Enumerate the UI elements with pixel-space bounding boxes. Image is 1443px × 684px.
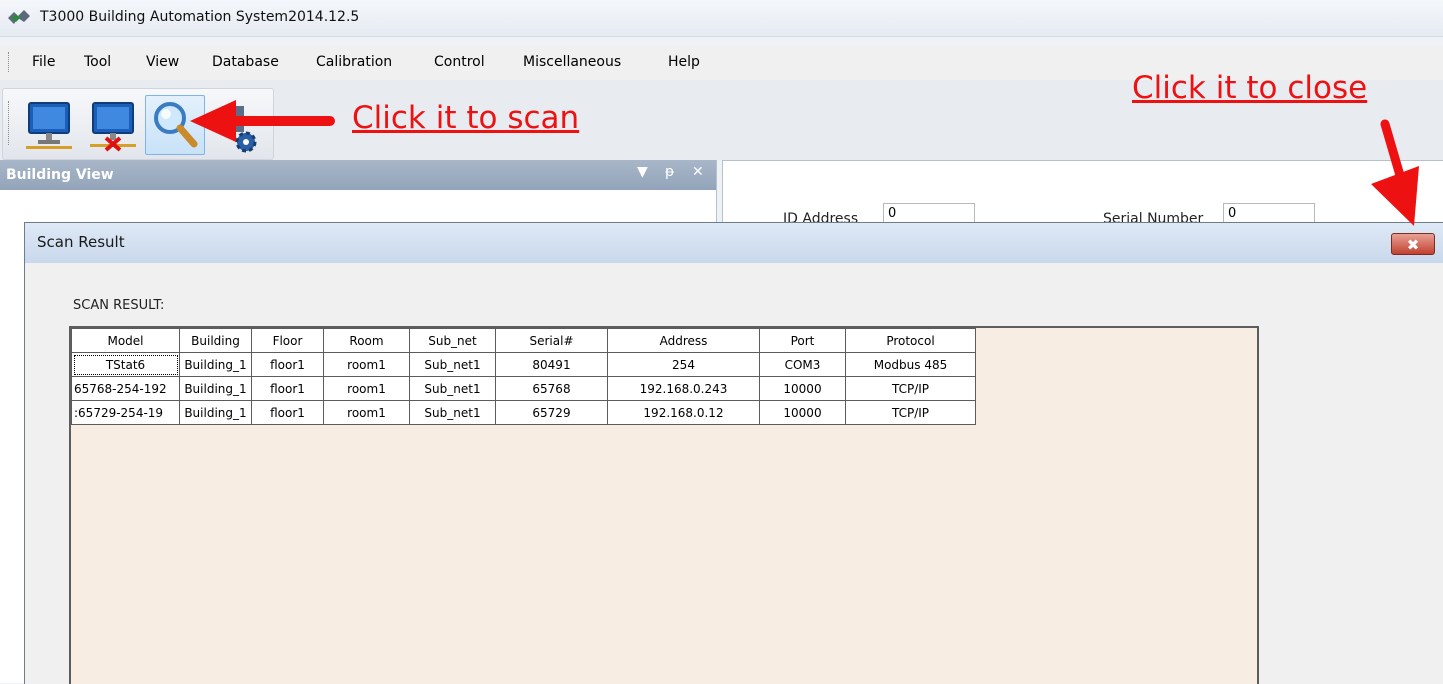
menubar-grip	[8, 52, 11, 72]
col-header-room[interactable]: Room	[323, 328, 410, 353]
col-header-serial[interactable]: Serial#	[495, 328, 608, 353]
table-header-row: Model Building Floor Room Sub_net Serial…	[71, 328, 976, 353]
main-toolbar	[2, 88, 274, 160]
table-cell[interactable]: 65768	[495, 376, 608, 401]
table-cell[interactable]: COM3	[759, 352, 846, 377]
table-cell[interactable]: 80491	[495, 352, 608, 377]
disconnect-button[interactable]	[83, 95, 143, 155]
menu-file[interactable]: File	[30, 54, 57, 70]
table-cell[interactable]: Building_1	[179, 400, 252, 425]
table-cell[interactable]: room1	[323, 352, 410, 377]
scan-result-grid: Model Building Floor Room Sub_net Serial…	[69, 326, 1259, 684]
pane-menu-icon[interactable]: ▼	[637, 164, 648, 180]
scan-icon	[154, 102, 198, 148]
menu-control[interactable]: Control	[432, 54, 487, 70]
dialog-title: Scan Result	[37, 233, 125, 251]
menu-database[interactable]: Database	[210, 54, 281, 70]
settings-icon	[222, 106, 257, 153]
col-header-floor[interactable]: Floor	[251, 328, 324, 353]
col-header-port[interactable]: Port	[759, 328, 846, 353]
connect-button[interactable]	[19, 95, 79, 155]
table-cell[interactable]: Modbus 485	[845, 352, 976, 377]
menu-miscellaneous[interactable]: Miscellaneous	[521, 54, 623, 70]
table-cell[interactable]: 10000	[759, 400, 846, 425]
table-cell[interactable]: floor1	[251, 376, 324, 401]
table-cell[interactable]: 10000	[759, 376, 846, 401]
col-header-building[interactable]: Building	[179, 328, 252, 353]
app-titlebar: T3000 Building Automation System2014.12.…	[0, 0, 1443, 37]
table-cell[interactable]: Building_1	[179, 352, 252, 377]
dialog-titlebar: Scan Result ✖	[25, 223, 1443, 263]
table-cell[interactable]: Building_1	[179, 376, 252, 401]
col-header-subnet[interactable]: Sub_net	[409, 328, 496, 353]
app-logo-icon	[8, 10, 30, 24]
table-cell[interactable]: 192.168.0.12	[607, 400, 760, 425]
table-cell[interactable]: :65729-254-19	[71, 400, 180, 425]
app-title: T3000 Building Automation System2014.12.…	[40, 9, 360, 25]
pane-close-icon[interactable]: ✕	[692, 164, 704, 180]
connect-icon	[26, 102, 72, 149]
settings-button[interactable]	[207, 95, 267, 155]
table-cell[interactable]: Sub_net1	[409, 376, 496, 401]
table-cell[interactable]: room1	[323, 376, 410, 401]
building-view-title: Building View	[6, 167, 114, 183]
menu-help[interactable]: Help	[666, 54, 702, 70]
table-cell[interactable]: floor1	[251, 352, 324, 377]
scan-result-table: Model Building Floor Room Sub_net Serial…	[71, 328, 976, 425]
menu-view[interactable]: View	[144, 54, 181, 70]
table-cell[interactable]: TCP/IP	[845, 376, 976, 401]
table-cell[interactable]: 192.168.0.243	[607, 376, 760, 401]
scan-button[interactable]	[145, 95, 205, 155]
table-row[interactable]: 65768-254-192 Building_1 floor1 room1 Su…	[71, 376, 976, 401]
scan-result-dialog: Scan Result ✖ SCAN RESULT: Model Buildin…	[24, 222, 1443, 684]
col-header-protocol[interactable]: Protocol	[845, 328, 976, 353]
table-cell[interactable]: 254	[607, 352, 760, 377]
table-row[interactable]: :65729-254-19 Building_1 floor1 room1 Su…	[71, 400, 976, 425]
close-annotation: Click it to close	[1132, 70, 1368, 106]
table-row[interactable]: TStat6 Building_1 floor1 room1 Sub_net1 …	[71, 352, 976, 377]
menu-tool[interactable]: Tool	[82, 54, 113, 70]
disconnect-icon	[90, 102, 136, 152]
table-cell[interactable]: Sub_net1	[409, 400, 496, 425]
dialog-close-button[interactable]: ✖	[1391, 233, 1435, 255]
toolbar-grip	[8, 101, 11, 145]
table-cell[interactable]: floor1	[251, 400, 324, 425]
table-cell[interactable]: 65768-254-192	[71, 376, 180, 401]
table-cell[interactable]: Sub_net1	[409, 352, 496, 377]
table-cell[interactable]: 65729	[495, 400, 608, 425]
table-cell[interactable]: room1	[323, 400, 410, 425]
building-view-header: Building View ▼ ᵽ ✕	[0, 160, 716, 190]
col-header-address[interactable]: Address	[607, 328, 760, 353]
menu-calibration[interactable]: Calibration	[314, 54, 394, 70]
col-header-model[interactable]: Model	[71, 328, 180, 353]
scan-annotation: Click it to scan	[352, 100, 580, 136]
scan-result-label: SCAN RESULT:	[73, 298, 165, 313]
table-cell[interactable]: TStat6	[71, 352, 180, 377]
pin-icon[interactable]: ᵽ	[665, 164, 674, 180]
table-cell[interactable]: TCP/IP	[845, 400, 976, 425]
